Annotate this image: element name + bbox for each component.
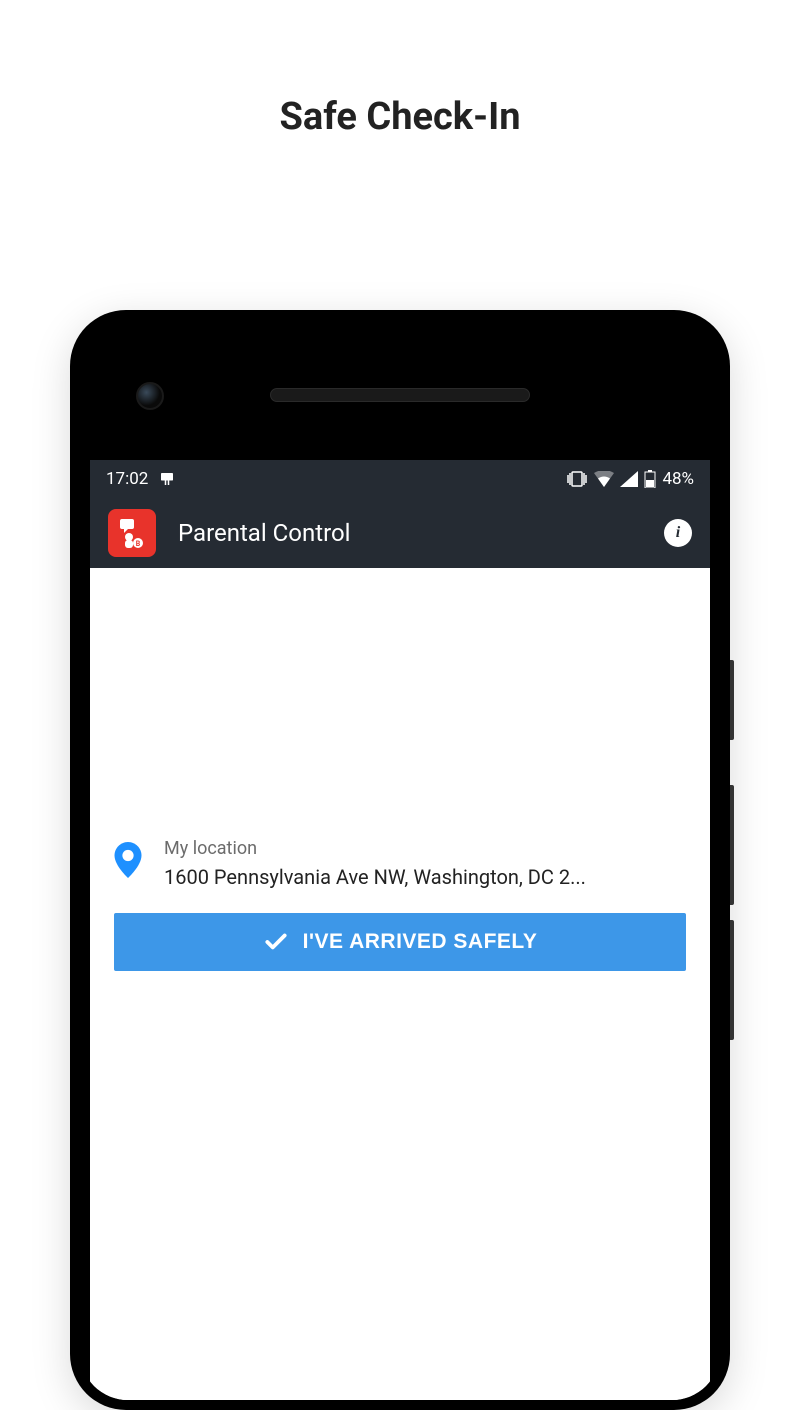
status-time: 17:02 [106, 469, 148, 489]
app-bar: B Parental Control i [90, 498, 710, 568]
phone-side-button [730, 660, 734, 740]
location-pin-icon [114, 842, 144, 882]
status-bar-left: 17:02 [106, 469, 176, 489]
arrived-button-label: I'VE ARRIVED SAFELY [303, 930, 538, 954]
vibrate-icon [566, 470, 588, 488]
phone-speaker [270, 388, 530, 402]
main-content: My location 1600 Pennsylvania Ave NW, Wa… [90, 568, 710, 1400]
location-row: My location 1600 Pennsylvania Ave NW, Wa… [114, 838, 686, 889]
page-title: Safe Check-In [0, 95, 800, 139]
app-bar-title: Parental Control [178, 519, 642, 547]
battery-icon [644, 470, 656, 488]
status-bar-right: 48% [566, 469, 694, 489]
notification-icon [158, 470, 176, 488]
location-label: My location [164, 838, 686, 859]
signal-icon [620, 471, 638, 487]
svg-text:B: B [136, 540, 141, 548]
location-text: My location 1600 Pennsylvania Ave NW, Wa… [164, 838, 686, 889]
phone-device-frame: 17:02 [70, 310, 730, 1410]
battery-percent: 48% [662, 469, 694, 489]
phone-side-button [730, 785, 734, 905]
info-button[interactable]: i [664, 519, 692, 547]
phone-top-bezel [80, 320, 720, 460]
wifi-icon [594, 471, 614, 487]
phone-side-button [730, 920, 734, 1040]
arrived-safely-button[interactable]: I'VE ARRIVED SAFELY [114, 913, 686, 971]
location-address: 1600 Pennsylvania Ave NW, Washington, DC… [164, 865, 686, 889]
phone-inner-frame: 17:02 [80, 320, 720, 1400]
phone-camera [136, 382, 164, 410]
phone-screen: 17:02 [90, 460, 710, 1400]
checkmark-icon [263, 929, 289, 955]
location-section: My location 1600 Pennsylvania Ave NW, Wa… [114, 838, 686, 971]
status-bar: 17:02 [90, 460, 710, 498]
app-logo-icon: B [108, 509, 156, 557]
